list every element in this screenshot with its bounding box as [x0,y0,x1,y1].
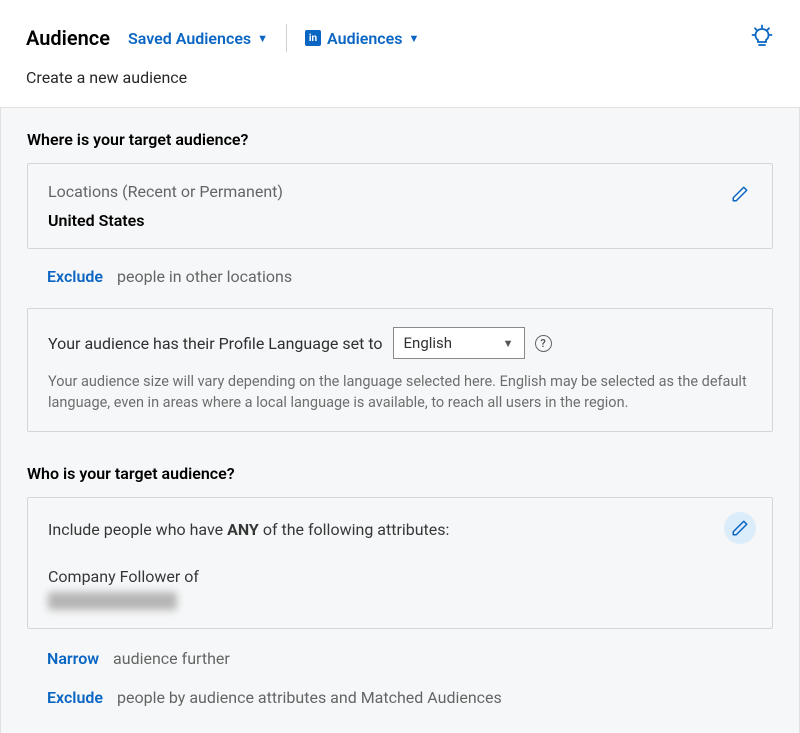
who-section: Who is your target audience? Include peo… [27,464,773,707]
language-card: Your audience has their Profile Language… [27,308,773,432]
attribute-value-redacted: Wordplay Solutions [48,592,177,610]
exclude-attributes-text: people by audience attributes and Matche… [117,688,502,707]
pencil-icon [731,185,749,203]
audiences-dropdown[interactable]: in Audiences ▼ [305,29,419,48]
exclude-attributes-link[interactable]: Exclude [47,688,103,707]
caret-down-icon: ▼ [408,32,419,45]
saved-audiences-dropdown[interactable]: Saved Audiences ▼ [128,29,268,48]
audience-body: Where is your target audience? Locations… [0,107,800,733]
where-section-heading: Where is your target audience? [27,130,773,149]
language-selected: English [404,334,453,352]
include-text: Include people who have ANY of the follo… [48,520,752,539]
exclude-locations-link[interactable]: Exclude [47,267,103,286]
exclude-locations-row: Exclude people in other locations [47,267,773,286]
include-emph: ANY [227,520,259,539]
language-select[interactable]: English ▼ [393,327,525,359]
audience-header: Audience Saved Audiences ▼ in Audiences … [0,0,800,60]
include-suffix: of the following attributes: [259,520,450,539]
exclude-attributes-row: Exclude people by audience attributes an… [47,688,773,707]
language-row: Your audience has their Profile Language… [48,327,752,359]
lightbulb-icon[interactable] [750,24,774,52]
help-icon[interactable]: ? [535,335,552,352]
page-title: Audience [26,26,110,50]
narrow-row: Narrow audience further [47,649,773,668]
edit-attributes-button[interactable] [724,512,756,544]
vertical-divider [286,24,287,52]
locations-label: Locations (Recent or Permanent) [48,182,752,201]
locations-value: United States [48,211,752,230]
caret-down-icon: ▼ [503,337,514,350]
audiences-label: Audiences [327,29,402,48]
saved-audiences-label: Saved Audiences [128,29,251,48]
exclude-locations-text: people in other locations [117,267,292,286]
locations-card: Locations (Recent or Permanent) United S… [27,163,773,249]
language-description: Your audience size will vary depending o… [48,371,752,413]
who-section-heading: Who is your target audience? [27,464,773,483]
create-audience-subheader: Create a new audience [0,60,800,107]
include-attributes-card: Include people who have ANY of the follo… [27,497,773,629]
edit-locations-button[interactable] [724,178,756,210]
include-prefix: Include people who have [48,520,227,539]
attribute-label: Company Follower of [48,567,752,586]
caret-down-icon: ▼ [257,32,268,45]
linkedin-icon: in [305,30,321,46]
narrow-link[interactable]: Narrow [47,649,99,668]
language-prefix: Your audience has their Profile Language… [48,334,383,353]
pencil-icon [731,519,749,537]
narrow-text: audience further [113,649,230,668]
